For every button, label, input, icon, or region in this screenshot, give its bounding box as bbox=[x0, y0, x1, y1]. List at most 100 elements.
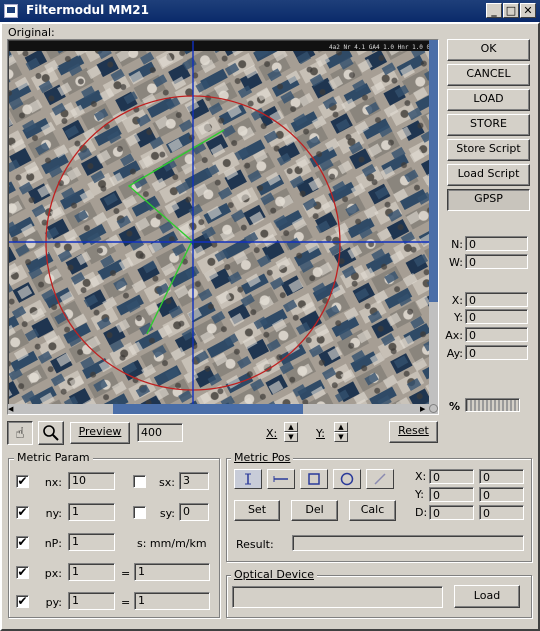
app-icon bbox=[4, 4, 18, 18]
reset-label: Reset bbox=[398, 424, 429, 437]
minimize-button[interactable]: _ bbox=[486, 3, 502, 18]
y-offset-label: Y: bbox=[316, 427, 325, 440]
x-offset-label: X: bbox=[266, 427, 278, 440]
rectangle-icon bbox=[308, 473, 320, 485]
np-checkbox[interactable]: ✔ bbox=[16, 536, 29, 549]
pos-y2-field: 0 bbox=[479, 487, 524, 502]
nx-label: nx: bbox=[44, 476, 62, 489]
circle-tool-button[interactable] bbox=[333, 469, 361, 489]
sx-field[interactable]: 3 bbox=[179, 472, 209, 490]
y-up-icon: ▲ bbox=[334, 422, 348, 432]
pos-y-label: Y: bbox=[415, 488, 424, 501]
calc-button[interactable]: Calc bbox=[349, 500, 396, 521]
load-button[interactable]: LOAD bbox=[447, 89, 530, 111]
pos-d-label: D: bbox=[415, 506, 428, 519]
np-field[interactable]: 1 bbox=[68, 533, 115, 551]
ny-checkbox[interactable]: ✔ bbox=[16, 506, 29, 519]
py-equals: = bbox=[121, 596, 131, 609]
zoom-tool-button[interactable] bbox=[38, 421, 64, 445]
store-script-button[interactable]: Store Script bbox=[447, 139, 530, 161]
nx-field[interactable]: 10 bbox=[68, 472, 115, 490]
cancel-button[interactable]: CANCEL bbox=[447, 64, 530, 86]
sx-checkbox[interactable] bbox=[133, 475, 146, 488]
py-field[interactable]: 1 bbox=[68, 592, 115, 610]
px-checkbox[interactable]: ✔ bbox=[16, 566, 29, 579]
scroll-right-icon[interactable]: ▶ bbox=[420, 405, 428, 413]
aerial-image: 4a2 Nr 4.1 GA4 1.0 Hnr 1.0 0.1 bbox=[9, 41, 438, 414]
y-offset-spinner[interactable]: ▲ ▼ bbox=[334, 422, 348, 442]
window-title: Filtermodul MM21 bbox=[26, 3, 149, 17]
title-bar: Filtermodul MM21 _ □ ✕ bbox=[0, 0, 540, 22]
sx-label: sx: bbox=[159, 476, 175, 489]
horizontal-line-icon bbox=[273, 476, 288, 482]
pos-d1-field: 0 bbox=[429, 505, 474, 520]
ay-field: 0 bbox=[465, 345, 528, 360]
scroll-left-icon[interactable]: ◀ bbox=[8, 405, 16, 413]
hand-tool-button[interactable]: ☝ bbox=[7, 421, 33, 445]
del-button[interactable]: Del bbox=[291, 500, 338, 521]
sy-checkbox[interactable] bbox=[133, 506, 146, 519]
coord-y-field: 0 bbox=[465, 309, 528, 324]
pos-d2-field: 0 bbox=[479, 505, 524, 520]
magnifier-icon bbox=[43, 425, 59, 441]
image-view[interactable]: 4a2 Nr 4.1 GA4 1.0 Hnr 1.0 0.1 bbox=[7, 39, 439, 415]
maximize-button[interactable]: □ bbox=[503, 3, 519, 18]
set-button[interactable]: Set bbox=[234, 500, 280, 521]
diagonal-line-tool-button[interactable] bbox=[366, 469, 394, 489]
vertical-scroll-thumb[interactable] bbox=[429, 40, 438, 302]
ax-label: Ax: bbox=[445, 329, 463, 342]
hand-icon: ☝ bbox=[15, 424, 25, 442]
horizontal-scrollbar[interactable]: ◀ ▶ bbox=[8, 404, 438, 414]
preview-label: Preview bbox=[78, 425, 122, 438]
sy-field[interactable]: 0 bbox=[179, 503, 209, 521]
px-field[interactable]: 1 bbox=[68, 563, 115, 581]
zoom-value-field[interactable]: 400 bbox=[137, 423, 183, 442]
store-button[interactable]: STORE bbox=[447, 114, 530, 136]
reset-button[interactable]: Reset bbox=[389, 421, 438, 443]
vertical-line-tool-button[interactable] bbox=[234, 469, 262, 489]
ny-field[interactable]: 1 bbox=[68, 503, 115, 521]
original-label: Original: bbox=[8, 26, 55, 39]
optical-device-field bbox=[232, 586, 443, 608]
coord-y-label: Y: bbox=[454, 311, 463, 324]
image-header-text: 4a2 Nr 4.1 GA4 1.0 Hnr 1.0 0.1 bbox=[329, 44, 438, 51]
x-up-icon: ▲ bbox=[284, 422, 298, 432]
ok-button[interactable]: OK bbox=[447, 39, 530, 61]
diagonal-line-icon bbox=[374, 473, 386, 485]
px-label: px: bbox=[44, 567, 62, 580]
w-field: 0 bbox=[465, 254, 528, 269]
optical-load-button[interactable]: Load bbox=[454, 585, 520, 608]
px-equals: = bbox=[121, 567, 131, 580]
py-checkbox[interactable]: ✔ bbox=[16, 595, 29, 608]
ax-field: 0 bbox=[465, 327, 528, 342]
load-script-button[interactable]: Load Script bbox=[447, 164, 530, 186]
vertical-scrollbar[interactable] bbox=[429, 40, 438, 404]
close-button[interactable]: ✕ bbox=[520, 3, 536, 18]
horizontal-line-tool-button[interactable] bbox=[267, 469, 295, 489]
metric-pos-title: Metric Pos bbox=[231, 451, 294, 464]
py-label: py: bbox=[45, 596, 62, 609]
result-field bbox=[292, 535, 524, 551]
result-label: Result: bbox=[236, 538, 274, 551]
np-label: nP: bbox=[44, 537, 62, 550]
percent-label: % bbox=[449, 400, 461, 413]
horizontal-scroll-thumb[interactable] bbox=[113, 404, 303, 414]
x-offset-spinner[interactable]: ▲ ▼ bbox=[284, 422, 298, 442]
coord-x-label: X: bbox=[451, 294, 463, 307]
y-down-icon: ▼ bbox=[334, 432, 348, 442]
preview-button[interactable]: Preview bbox=[70, 422, 130, 444]
scroll-corner-icon bbox=[429, 404, 438, 413]
gpsp-button[interactable]: GPSP bbox=[447, 189, 530, 211]
pos-x2-field: 0 bbox=[479, 469, 524, 484]
w-label: W: bbox=[449, 256, 463, 269]
pos-x1-field: 0 bbox=[429, 469, 474, 484]
rectangle-tool-button[interactable] bbox=[300, 469, 328, 489]
ny-label: ny: bbox=[45, 507, 62, 520]
units-label: s: mm/m/km bbox=[137, 537, 207, 550]
nx-checkbox[interactable]: ✔ bbox=[16, 475, 29, 488]
px-result-field: 1 bbox=[134, 563, 210, 581]
circle-icon bbox=[340, 472, 354, 486]
n-field: 0 bbox=[465, 236, 528, 251]
vertical-line-icon bbox=[245, 473, 251, 485]
py-result-field: 1 bbox=[134, 592, 210, 610]
